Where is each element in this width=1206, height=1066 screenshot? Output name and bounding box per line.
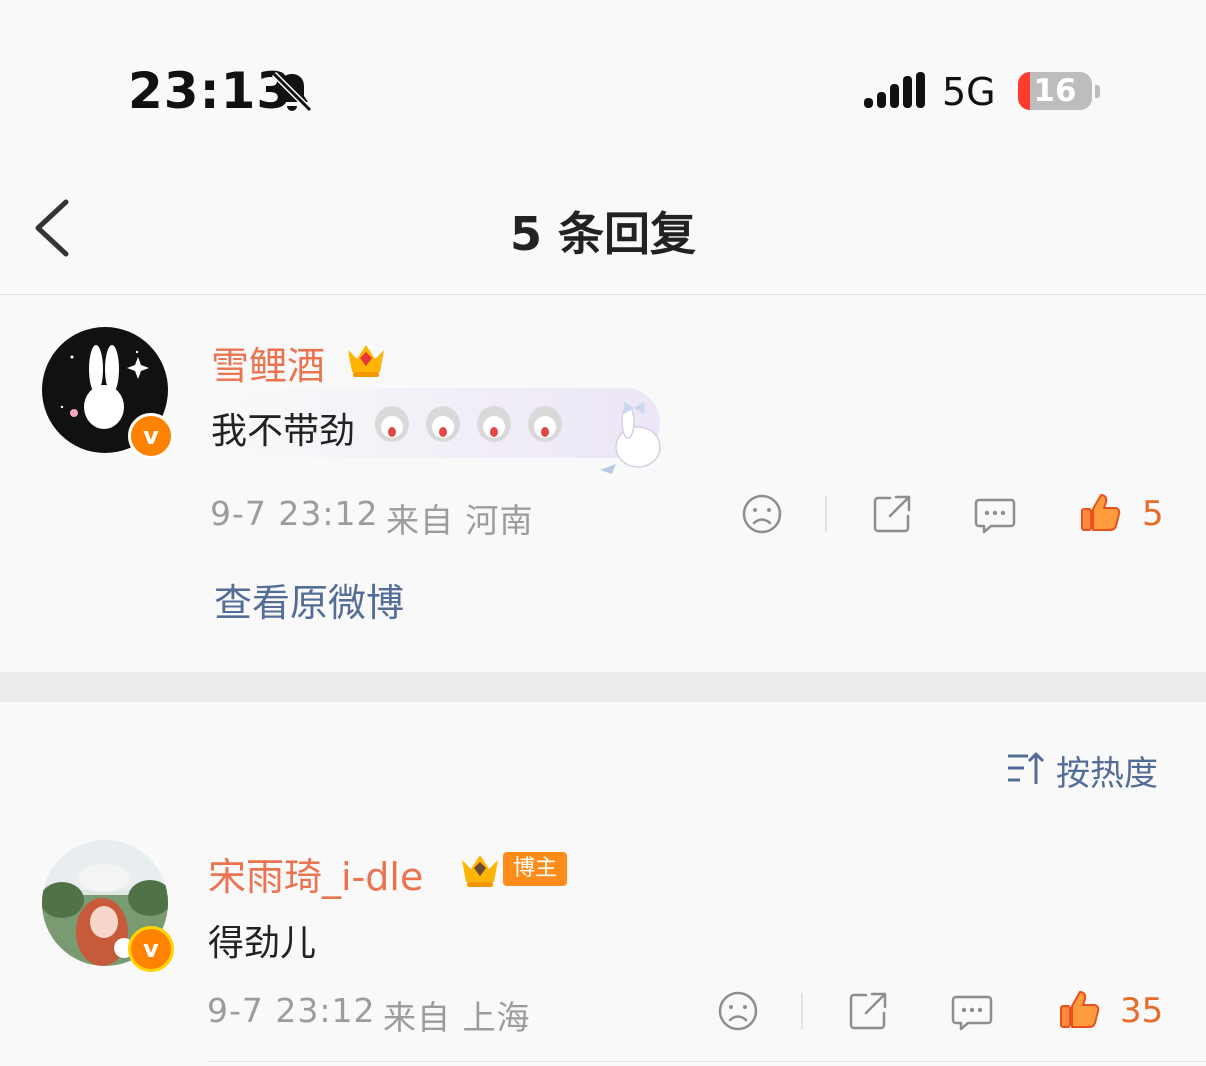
verified-badge: v bbox=[128, 926, 174, 972]
like-count[interactable]: 35 bbox=[1120, 991, 1163, 1031]
bell-muted-icon bbox=[271, 71, 313, 113]
sort-icon[interactable] bbox=[1004, 746, 1048, 790]
comment-username[interactable]: 雪鲤酒 bbox=[211, 335, 325, 390]
reply-timestamp: 9-7 23:12 bbox=[207, 991, 376, 1030]
emoji-icon bbox=[477, 406, 511, 442]
emoji-icon bbox=[528, 406, 562, 442]
comment-icon[interactable] bbox=[973, 492, 1017, 536]
emoji-icon bbox=[375, 406, 409, 442]
comment-text: 我不带劲 bbox=[211, 411, 356, 452]
blogger-badge: 博主 bbox=[503, 852, 567, 886]
nav-bar: 5 条回复 bbox=[0, 160, 1206, 295]
verified-badge: v bbox=[128, 413, 174, 459]
bunny-decoration-icon bbox=[600, 402, 661, 474]
like-icon[interactable] bbox=[1079, 490, 1123, 534]
section-divider bbox=[0, 672, 1206, 702]
dislike-face-icon[interactable] bbox=[740, 492, 784, 536]
status-bar: 23:13 5G 16 bbox=[0, 0, 1206, 150]
reply-username[interactable]: 宋雨琦_i-dle bbox=[208, 846, 423, 901]
like-icon[interactable] bbox=[1058, 987, 1102, 1031]
like-count[interactable]: 5 bbox=[1142, 494, 1164, 534]
network-type: 5G bbox=[942, 70, 996, 114]
page-title: 5 条回复 bbox=[509, 207, 697, 261]
crown-icon bbox=[462, 855, 498, 887]
row-divider bbox=[207, 1061, 1206, 1062]
comment-icon[interactable] bbox=[950, 989, 994, 1033]
comment-timestamp: 9-7 23:12 bbox=[210, 494, 379, 533]
comment-source: 来自 河南 bbox=[386, 501, 534, 540]
emoji-icon bbox=[426, 406, 460, 442]
action-divider bbox=[801, 993, 803, 1029]
reply-source: 来自 上海 bbox=[383, 998, 531, 1037]
battery-icon: 16 bbox=[1018, 72, 1092, 110]
dislike-face-icon[interactable] bbox=[716, 989, 760, 1033]
battery-tip bbox=[1095, 85, 1100, 98]
view-original-link[interactable]: 查看原微博 bbox=[214, 572, 404, 627]
action-divider bbox=[825, 496, 827, 532]
share-icon[interactable] bbox=[870, 492, 914, 536]
sort-label[interactable]: 按热度 bbox=[1056, 746, 1158, 795]
share-icon[interactable] bbox=[846, 989, 890, 1033]
crown-icon bbox=[348, 345, 384, 377]
signal-icon bbox=[864, 72, 925, 108]
battery-level: 16 bbox=[1033, 73, 1077, 109]
reply-text: 得劲儿 bbox=[208, 923, 317, 964]
